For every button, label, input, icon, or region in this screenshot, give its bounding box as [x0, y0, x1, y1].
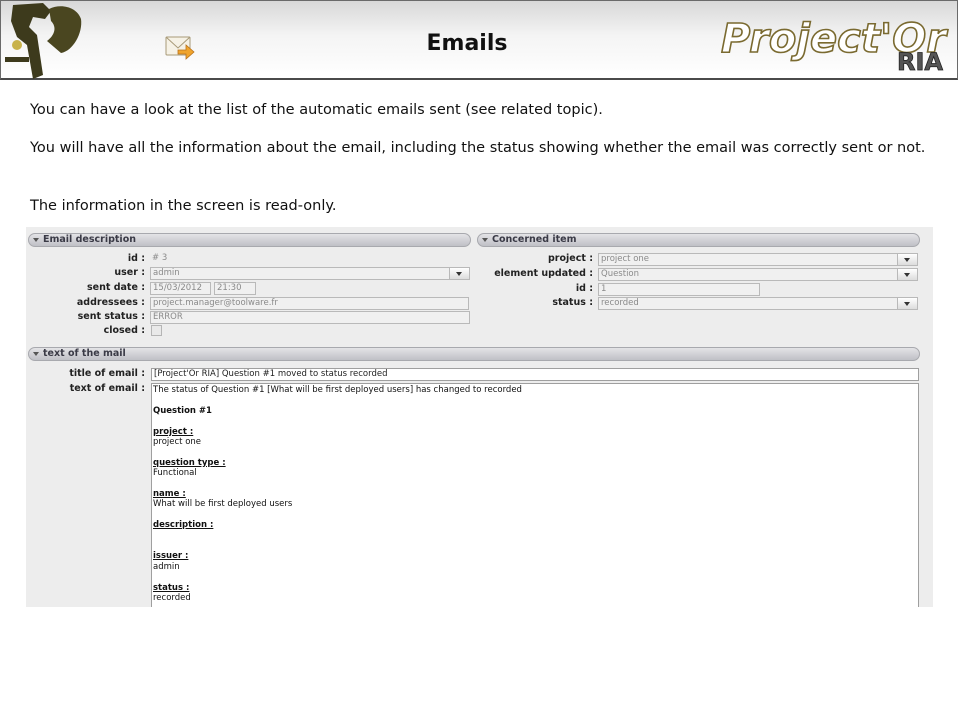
mail-line	[153, 447, 917, 457]
mail-line: issuer :	[153, 551, 189, 562]
svg-text:RIA: RIA	[897, 48, 943, 76]
mail-line: description :	[153, 520, 214, 531]
element-updated-select[interactable]: Question	[598, 268, 918, 281]
user-label: user :	[114, 267, 145, 278]
project-label: project :	[548, 253, 593, 264]
mail-line	[153, 416, 917, 426]
project-or-ria-logo: Project'Or RIA	[720, 15, 949, 76]
item-id-label: id :	[575, 283, 593, 294]
id-value: # 3	[152, 253, 168, 263]
chevron-down-icon[interactable]	[897, 269, 917, 280]
email-detail-screenshot: Email description id : # 3 user : admin …	[26, 227, 933, 607]
addressees-field[interactable]: project.manager@toolware.fr	[150, 297, 469, 310]
sent-status-field[interactable]: ERROR	[150, 311, 470, 324]
title-of-email-field[interactable]: [Project'Or RIA] Question #1 moved to st…	[151, 368, 919, 381]
sent-time-field[interactable]: 21:30	[214, 282, 256, 295]
closed-checkbox[interactable]	[151, 325, 162, 336]
text-of-email-area[interactable]: The status of Question #1 [What will be …	[151, 383, 919, 607]
element-updated-label: element updated :	[494, 268, 593, 279]
project-select[interactable]: project one	[598, 253, 918, 266]
mail-line	[153, 510, 917, 520]
readonly-paragraph: The information in the screen is read-on…	[30, 198, 337, 214]
sent-date-field[interactable]: 15/03/2012	[150, 282, 211, 295]
mail-line	[153, 395, 917, 405]
mail-line: name :	[153, 489, 186, 499]
mail-line: Functional	[153, 468, 197, 479]
mail-line: status :	[153, 582, 190, 593]
title-of-email-label: title of email :	[69, 368, 145, 379]
mail-line: admin	[153, 561, 180, 572]
mail-line: Question #1	[153, 405, 212, 416]
collapse-arrow-icon	[33, 238, 39, 242]
chevron-down-icon[interactable]	[897, 298, 917, 309]
mail-line: project one	[153, 437, 202, 447]
section-text-of-mail[interactable]: text of the mail	[28, 347, 920, 361]
mail-line	[153, 479, 917, 489]
sent-date-label: sent date :	[86, 282, 145, 293]
info-paragraph: You will have all the information about …	[30, 140, 926, 156]
mail-line: project :	[153, 426, 194, 437]
mail-line: question type :	[153, 457, 226, 468]
mail-line	[153, 541, 917, 551]
user-select[interactable]: admin	[150, 267, 470, 280]
sent-status-label: sent status :	[77, 311, 145, 322]
section-concerned-item[interactable]: Concerned item	[477, 233, 920, 247]
text-of-email-label: text of email :	[69, 383, 145, 394]
addressees-label: addressees :	[76, 297, 145, 308]
mail-line	[153, 572, 917, 582]
chevron-down-icon[interactable]	[897, 254, 917, 265]
item-id-field[interactable]: 1	[598, 283, 760, 296]
collapse-arrow-icon	[33, 352, 39, 356]
intro-paragraph: You can have a look at the list of the a…	[30, 102, 603, 118]
mail-line	[153, 531, 917, 541]
collapse-arrow-icon	[482, 238, 488, 242]
id-label: id :	[127, 253, 145, 264]
status-select[interactable]: recorded	[598, 297, 918, 310]
closed-label: closed :	[103, 325, 145, 336]
slide-header: Emails Project'Or RIA	[0, 0, 958, 80]
mail-line: recorded	[153, 593, 191, 603]
section-email-description[interactable]: Email description	[28, 233, 471, 247]
mail-line: What will be first deployed users	[153, 499, 293, 510]
status-label: status :	[552, 297, 593, 308]
mail-line: The status of Question #1 [What will be …	[153, 385, 522, 395]
